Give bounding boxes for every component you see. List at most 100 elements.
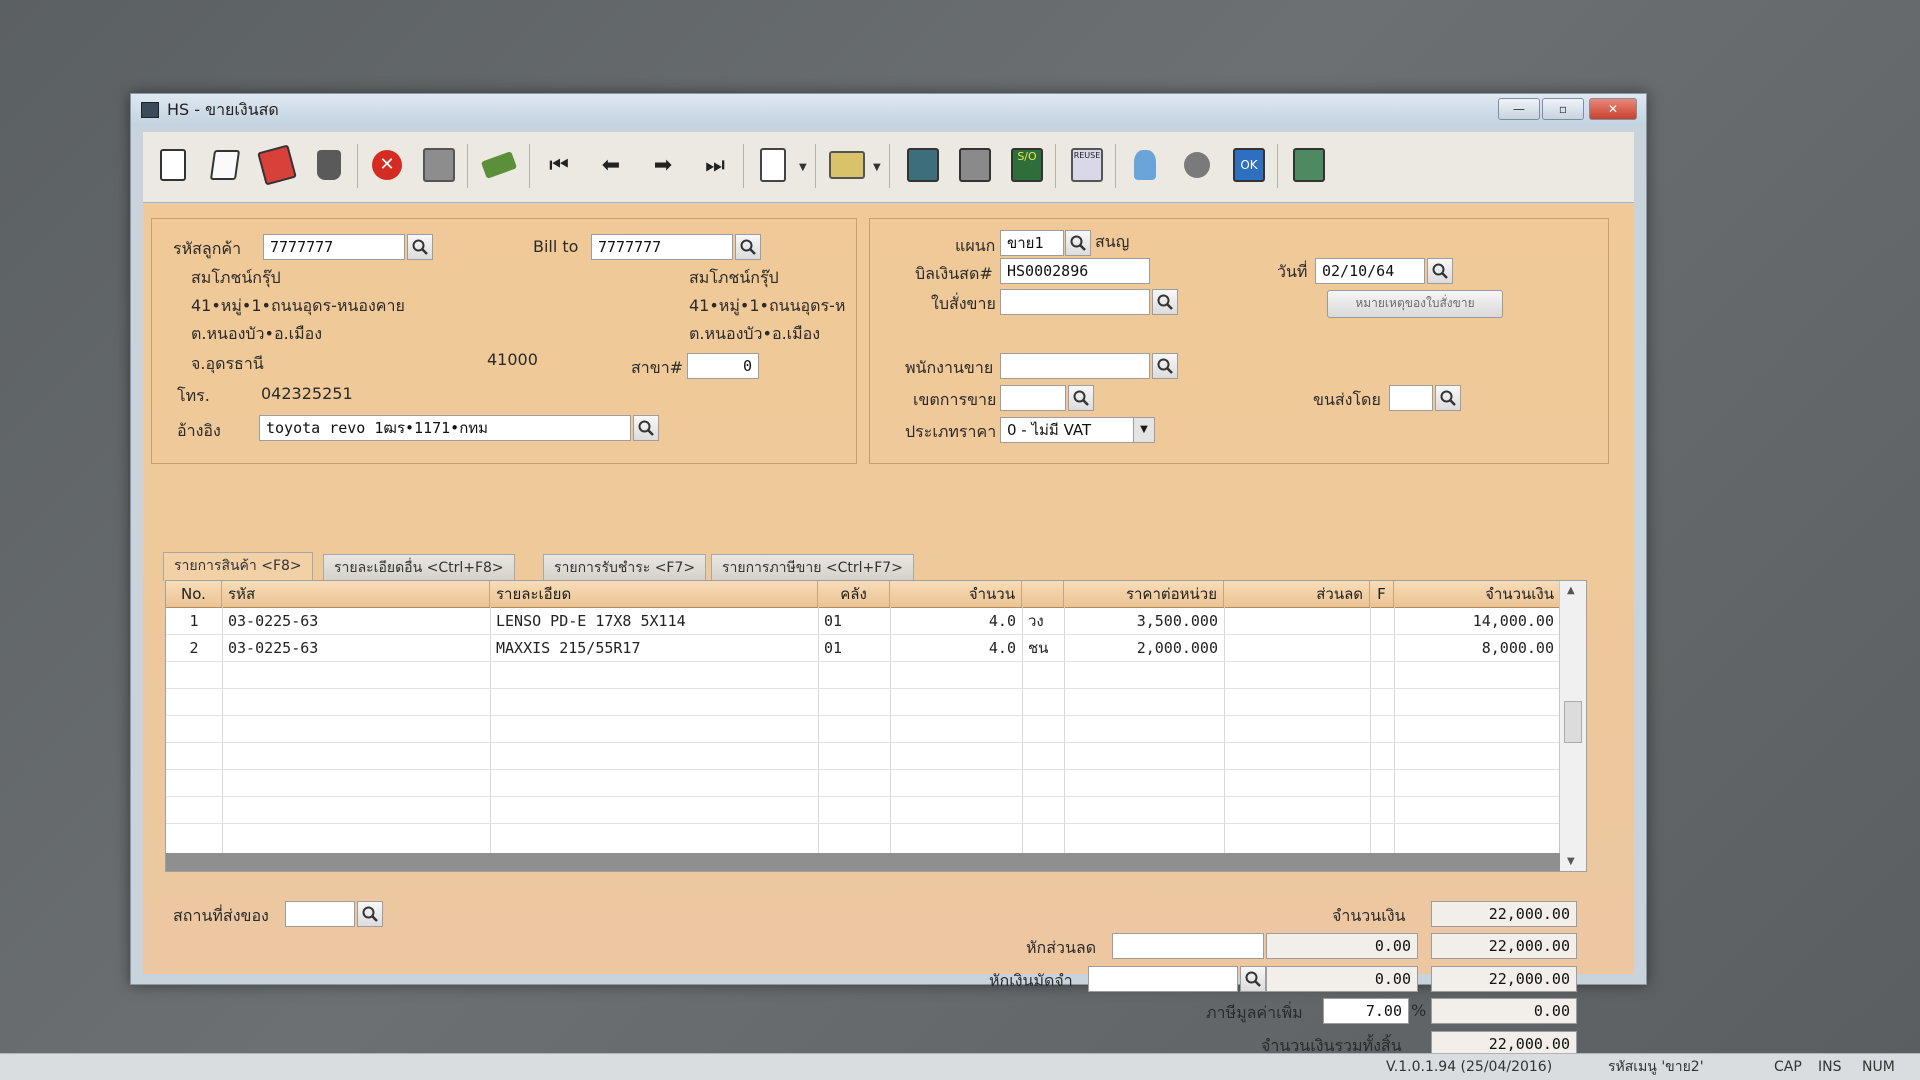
customer-code-input[interactable]: 7777777 (263, 234, 405, 260)
so-note-button[interactable]: หมายเหตุของใบสั่งขาย (1327, 290, 1503, 318)
scroll-thumb[interactable] (1564, 701, 1582, 743)
numlock-indicator: NUM (1862, 1059, 1895, 1075)
new-icon[interactable] (153, 145, 193, 185)
print-dropdown-icon[interactable]: ▼ (873, 162, 881, 173)
date-input[interactable]: 02/10/64 (1315, 258, 1425, 284)
col-amount[interactable]: จำนวนเงิน (1394, 581, 1560, 607)
tab-other-details[interactable]: รายละเอียดอื่น <Ctrl+F8> (323, 554, 515, 581)
sales-order-search-icon[interactable] (1152, 289, 1178, 315)
next-icon[interactable]: ➡ (643, 145, 683, 185)
customer-address-1: 41•หมู่•1•ถนนอุดร-หนองคาย (191, 296, 405, 315)
so-label: S/O (1011, 148, 1043, 182)
tab-payments[interactable]: รายการรับชำระ <F7> (543, 554, 707, 581)
deposit-search-icon[interactable] (1240, 966, 1266, 992)
price-type-dropdown-icon[interactable]: ▼ (1133, 417, 1155, 443)
sales-area-input[interactable] (1000, 385, 1066, 411)
salesperson-label: พนักงานขาย (905, 358, 994, 377)
salesperson-input[interactable] (1000, 353, 1150, 379)
grid-horizontal-scrollbar[interactable] (166, 853, 1560, 871)
export-icon[interactable] (1289, 145, 1329, 185)
title-bar[interactable]: HS - ขายเงินสด — ▫ ✕ (131, 94, 1646, 126)
tel-value: 042325251 (261, 384, 353, 403)
date-picker-icon[interactable] (1427, 258, 1453, 284)
ship-place-search-icon[interactable] (357, 901, 383, 927)
customer-address-3: จ.อุดรธานี (191, 354, 264, 373)
maximize-button[interactable]: ▫ (1542, 98, 1584, 120)
deposit-input[interactable] (1088, 966, 1238, 992)
version-text: V.1.0.1.94 (25/04/2016) (1386, 1059, 1553, 1075)
grid-vertical-scrollbar[interactable]: ▲ ▼ (1559, 581, 1586, 871)
price-type-select[interactable]: 0 - ไม่มี VAT (1000, 417, 1154, 443)
print-icon[interactable] (827, 145, 867, 185)
vat-percent-sign: % (1411, 1001, 1427, 1020)
col-flag[interactable]: F (1370, 581, 1394, 607)
col-code[interactable]: รหัส (222, 581, 490, 607)
col-quantity[interactable]: จำนวน (890, 581, 1022, 607)
tel-label: โทร. (177, 386, 210, 405)
customer-zip: 41000 (487, 350, 538, 369)
dept-search-icon[interactable] (1065, 230, 1091, 256)
copy-icon[interactable] (479, 145, 519, 185)
customer-search-icon[interactable] (407, 234, 433, 260)
col-description[interactable]: รายละเอียด (490, 581, 818, 607)
form-body: รหัสลูกค้า 7777777 Bill to 7777777 สมโภช… (143, 204, 1634, 1057)
prev-icon[interactable]: ⬅ (591, 145, 631, 185)
shipping-input[interactable] (1389, 385, 1433, 411)
search-doc-icon[interactable] (753, 145, 793, 185)
window-title: HS - ขายเงินสด (167, 100, 279, 119)
shipping-label: ขนส่งโดย (1313, 390, 1381, 409)
first-icon[interactable]: ⏮ (539, 145, 579, 185)
calc-icon[interactable] (903, 145, 943, 185)
delete-icon[interactable] (309, 145, 349, 185)
dept-input[interactable]: ขาย1 (1000, 230, 1064, 256)
items-grid[interactable]: No. รหัส รายละเอียด คลัง จำนวน ราคาต่อหน… (165, 580, 1587, 872)
so-icon[interactable]: S/O (1007, 145, 1047, 185)
amount-value: 22,000.00 (1431, 901, 1577, 927)
grid-header: No. รหัส รายละเอียด คลัง จำนวน ราคาต่อหน… (166, 581, 1560, 608)
sales-order-input[interactable] (1000, 289, 1150, 315)
col-no[interactable]: No. (166, 581, 222, 607)
approve-icon[interactable] (1125, 145, 1165, 185)
tool-icon[interactable] (1177, 145, 1217, 185)
billto-input[interactable]: 7777777 (591, 234, 733, 260)
col-unit[interactable] (1022, 581, 1064, 607)
discount-label: หักส่วนลด (1026, 938, 1097, 957)
edit-icon[interactable] (205, 145, 245, 185)
deposit-value: 0.00 (1266, 966, 1418, 992)
col-warehouse[interactable]: คลัง (818, 581, 890, 607)
bill-number-input[interactable]: HS0002896 (1000, 258, 1150, 284)
reference-input[interactable]: toyota revo 1ฒร•1171•กทม (259, 415, 631, 441)
col-discount[interactable]: ส่วนลด (1224, 581, 1370, 607)
reuse-icon[interactable]: REUSE (1067, 145, 1107, 185)
customer-address-2: ต.หนองบัว•อ.เมือง (191, 324, 323, 343)
billto-search-icon[interactable] (735, 234, 761, 260)
last-icon[interactable]: ⏭ (695, 145, 735, 185)
search-doc-dropdown-icon[interactable]: ▼ (799, 162, 807, 173)
scroll-up-icon[interactable]: ▲ (1567, 585, 1575, 596)
post-icon[interactable] (955, 145, 995, 185)
shipping-search-icon[interactable] (1435, 385, 1461, 411)
sales-area-search-icon[interactable] (1068, 385, 1094, 411)
col-unit-price[interactable]: ราคาต่อหน่วย (1064, 581, 1224, 607)
tab-items[interactable]: รายการสินค้า <F8> (163, 552, 313, 581)
vat-rate-input[interactable]: 7.00 (1323, 998, 1409, 1024)
amount-label: จำนวนเงิน (1332, 906, 1406, 925)
discount-text-input[interactable] (1112, 933, 1264, 959)
scroll-down-icon[interactable]: ▼ (1567, 856, 1575, 867)
branch-label: สาขา# (631, 358, 684, 377)
minimize-button[interactable]: — (1498, 98, 1540, 120)
salesperson-search-icon[interactable] (1152, 353, 1178, 379)
branch-input[interactable]: 0 (687, 353, 759, 379)
ok-icon[interactable]: OK (1229, 145, 1269, 185)
save-icon[interactable] (419, 145, 459, 185)
tab-sales-tax[interactable]: รายการภาษีขาย <Ctrl+F7> (711, 554, 914, 581)
close-button[interactable]: ✕ (1589, 98, 1637, 120)
cancel-icon[interactable]: ✕ (367, 145, 407, 185)
reuse-label: REUSE (1071, 148, 1103, 182)
dept-label: แผนก (955, 236, 996, 255)
insert-indicator: INS (1818, 1059, 1842, 1075)
ship-place-input[interactable] (285, 901, 355, 927)
reference-search-icon[interactable] (633, 415, 659, 441)
billto-address-2: ต.หนองบัว•อ.เมือง (689, 324, 821, 343)
void-icon[interactable] (257, 144, 297, 186)
